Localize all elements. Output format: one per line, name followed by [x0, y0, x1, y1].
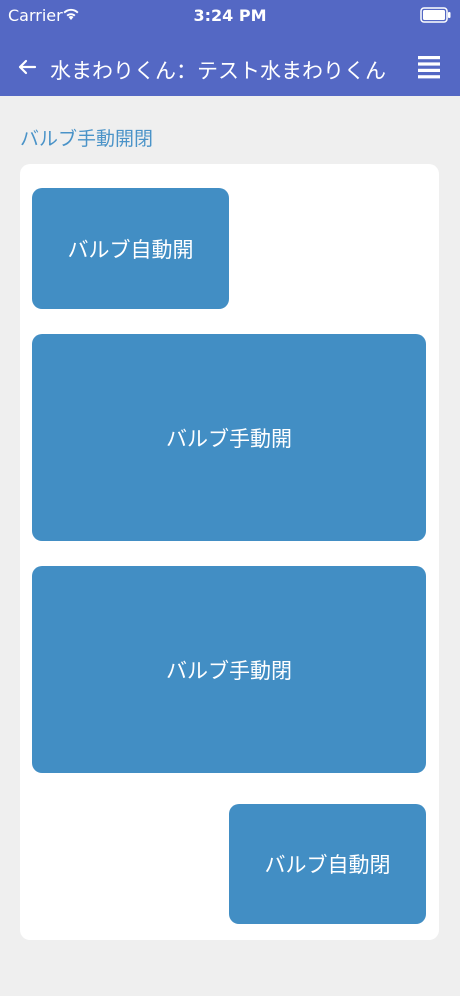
- valve-auto-open-button[interactable]: バルブ自動開: [32, 188, 229, 309]
- status-bar: Carrier 3:24 PM: [0, 0, 460, 32]
- menu-icon[interactable]: [418, 55, 440, 81]
- valve-manual-open-button[interactable]: バルブ手動開: [32, 334, 426, 541]
- app-top-bar: Carrier 3:24 PM 水まわりくん：テスト水まわりくん: [0, 0, 460, 96]
- section-title: バルブ手動開閉: [20, 128, 154, 150]
- status-time: 3:24 PM: [193, 6, 267, 25]
- valve-auto-close-button[interactable]: バルブ自動閉: [229, 804, 426, 924]
- valve-manual-close-button[interactable]: バルブ手動閉: [32, 566, 426, 773]
- page-title: 水まわりくん：テスト水まわりくん: [50, 59, 386, 83]
- arrow-left-icon[interactable]: [16, 56, 38, 78]
- battery-icon: [420, 7, 451, 23]
- app-header: 水まわりくん：テスト水まわりくん: [0, 44, 460, 96]
